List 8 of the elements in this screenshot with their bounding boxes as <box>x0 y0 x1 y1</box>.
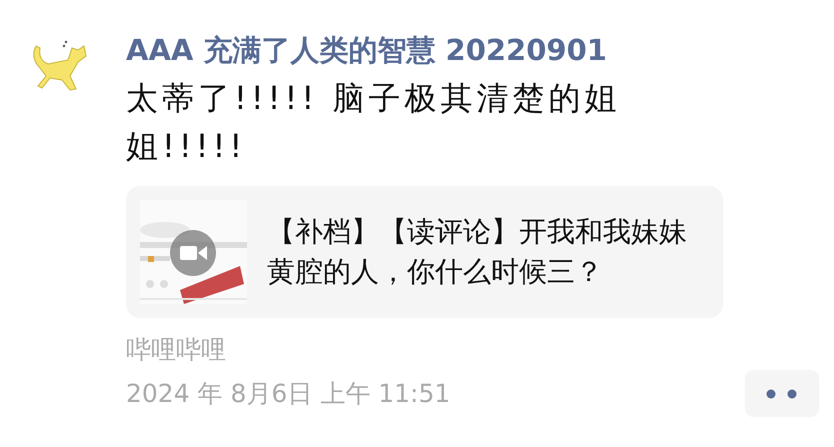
dots-icon <box>765 388 799 398</box>
author-name[interactable]: AAA 充满了人类的智慧 20220901 <box>126 30 816 70</box>
post-time: 2024 年 8月6日 上午 11:51 <box>126 378 450 410</box>
video-icon[interactable] <box>170 230 216 276</box>
more-button[interactable] <box>745 370 819 417</box>
link-card[interactable]: 【补档】【读评论】开我和我妹妹黄腔的人，你什么时候三？ <box>126 186 723 318</box>
post-text: 太蒂了!!!!! 脑子极其清楚的姐姐!!!!! <box>126 78 622 167</box>
link-title: 【补档】【读评论】开我和我妹妹黄腔的人，你什么时候三？ <box>267 214 688 290</box>
